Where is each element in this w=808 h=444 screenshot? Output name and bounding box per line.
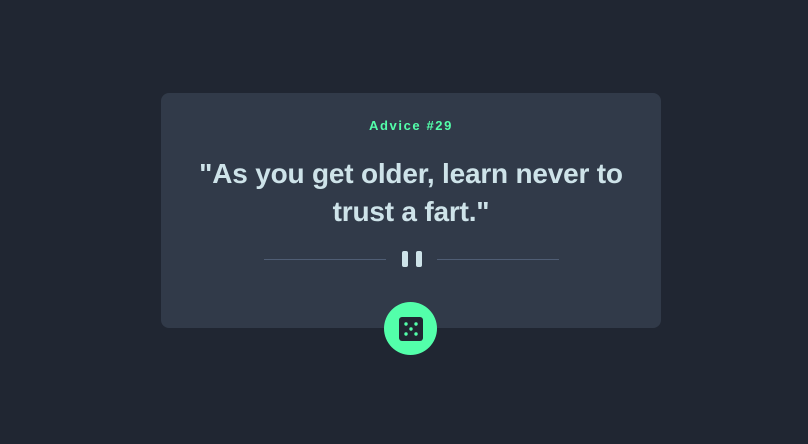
advice-card: Advice #29 "As you get older, learn neve… [161,93,661,328]
pause-icon [402,251,422,267]
divider-line-right [437,259,559,260]
divider-line-left [264,259,386,260]
advice-id-label: Advice #29 [369,118,453,133]
dice-icon [398,316,423,341]
pattern-divider [264,250,559,270]
new-advice-button[interactable] [384,302,437,355]
advice-quote: "As you get older, learn never to trust … [199,158,623,227]
